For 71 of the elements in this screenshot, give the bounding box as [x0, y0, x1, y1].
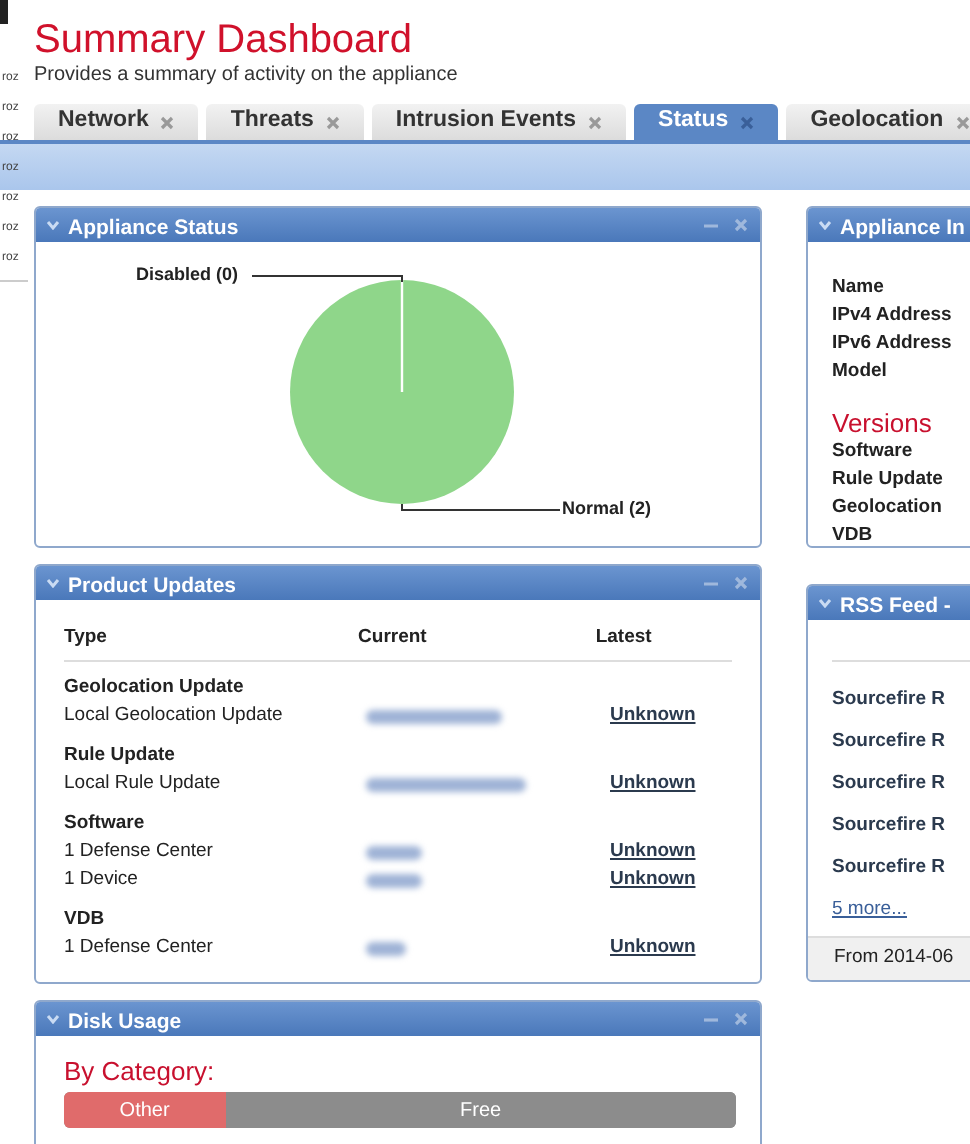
redacted-value	[366, 941, 406, 956]
column-header: Type	[64, 624, 109, 652]
field-label: Software	[832, 438, 915, 466]
latest-link[interactable]: Unknown	[610, 702, 696, 731]
feed-link[interactable]: Sourcefire R	[832, 678, 970, 720]
dashboard-tab[interactable]: Status	[634, 104, 779, 140]
feed-link[interactable]: Sourcefire R	[832, 762, 970, 804]
redacted-value	[366, 873, 422, 888]
close-icon[interactable]	[325, 115, 340, 129]
column-header: Current	[358, 624, 429, 652]
table-cell-text: 1 Defense Center	[64, 934, 215, 963]
close-icon[interactable]	[734, 218, 748, 232]
section-heading: Versions	[832, 408, 934, 438]
page-subtitle: Provides a summary of activity on the appliance	[34, 64, 460, 88]
section-heading: By Category:	[64, 1056, 217, 1089]
minimize-icon[interactable]	[704, 219, 718, 231]
latest-link[interactable]: Unknown	[610, 866, 696, 895]
close-icon[interactable]	[740, 115, 755, 129]
latest-link[interactable]: Unknown	[610, 770, 696, 799]
corner-mark	[0, 0, 8, 24]
close-icon[interactable]	[734, 1012, 748, 1027]
close-icon[interactable]	[160, 115, 175, 129]
page-title: Summary Dashboard	[34, 16, 414, 64]
dashboard-tab[interactable]: Network	[34, 104, 199, 140]
feed-link[interactable]: Sourcefire R	[832, 846, 970, 888]
latest-link[interactable]: Unknown	[610, 934, 696, 963]
field-label: Model	[832, 358, 889, 386]
bar-segment: Other	[64, 1092, 226, 1129]
close-icon[interactable]	[955, 115, 970, 129]
field-label: VDB	[832, 522, 875, 546]
chevron-icon[interactable]	[46, 1014, 60, 1025]
feed-link[interactable]: Sourcefire R	[832, 720, 970, 762]
panel-title: RSS Feed -	[840, 593, 951, 617]
feed-link[interactable]: Sourcefire R	[832, 804, 970, 846]
panel-title: Product Updates	[68, 573, 237, 597]
table-cell-text: 1 Device	[64, 866, 140, 895]
group-heading: Geolocation Update	[64, 674, 246, 703]
bar-segment: Free	[225, 1092, 736, 1129]
chevron-icon[interactable]	[46, 220, 60, 230]
chevron-icon[interactable]	[818, 220, 832, 230]
table-cell-text: 1 Defense Center	[64, 838, 215, 867]
field-label: IPv6 Address	[832, 330, 954, 358]
panel-title: Appliance Status	[68, 215, 239, 239]
field-label: Name	[832, 274, 886, 302]
minimize-icon[interactable]	[704, 1013, 718, 1026]
group-heading: Software	[64, 810, 147, 839]
table-cell-text: Local Rule Update	[64, 770, 223, 799]
group-heading: Rule Update	[64, 742, 177, 771]
dashboard-tab[interactable]: Geolocation	[786, 104, 970, 140]
close-icon[interactable]	[588, 115, 603, 129]
dashboard-tab[interactable]: Threats	[206, 104, 364, 140]
more-link[interactable]: 5 more...	[832, 896, 907, 925]
column-header: Latest	[595, 624, 654, 652]
latest-link[interactable]: Unknown	[610, 838, 696, 867]
field-label: Geolocation	[832, 494, 944, 522]
feed-footer: From 2014-06	[808, 936, 970, 979]
table-cell-text: Local Geolocation Update	[64, 702, 285, 731]
close-icon[interactable]	[734, 576, 748, 590]
redacted-value	[366, 845, 422, 860]
dashboard-tab[interactable]: Intrusion Events	[371, 104, 627, 140]
chevron-icon[interactable]	[818, 598, 832, 608]
chart-label: Disabled (0)	[136, 262, 239, 288]
chart-label: Normal (2)	[562, 496, 652, 522]
field-label: Rule Update	[832, 466, 945, 494]
redacted-value	[366, 709, 502, 724]
field-label: IPv4 Address	[832, 302, 954, 330]
chevron-icon[interactable]	[46, 578, 60, 588]
panel-title: Disk Usage	[68, 1009, 182, 1034]
panel-title: Appliance In	[840, 215, 965, 239]
group-heading: VDB	[64, 906, 107, 935]
minimize-icon[interactable]	[704, 577, 718, 589]
